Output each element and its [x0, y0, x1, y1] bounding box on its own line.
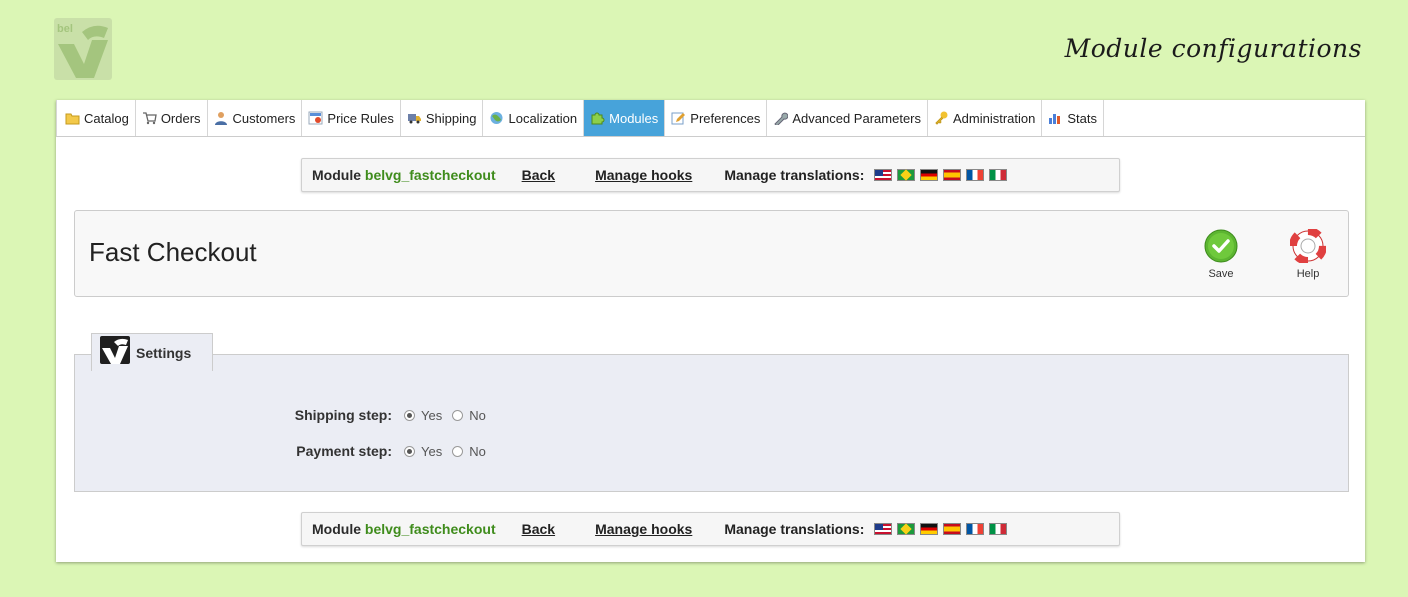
- payment-step-row: Payment step: Yes No: [271, 443, 492, 459]
- tab-label: Shipping: [425, 110, 477, 126]
- tab-label: Advanced Parameters: [792, 110, 921, 126]
- manage-hooks-link[interactable]: Manage hooks: [595, 521, 692, 537]
- truck-icon: [407, 111, 422, 125]
- payment-step-no-label[interactable]: No: [469, 444, 486, 459]
- module-label: Module belvg_fastcheckout: [312, 521, 496, 537]
- tab-label: Administration: [953, 110, 1036, 126]
- back-link[interactable]: Back: [522, 521, 555, 537]
- pencil-icon: [671, 111, 686, 125]
- flag-de-icon[interactable]: [920, 523, 939, 535]
- flag-us-icon[interactable]: [874, 523, 893, 535]
- shipping-step-yes-radio[interactable]: [404, 409, 415, 421]
- tab-modules[interactable]: Modules: [584, 100, 666, 136]
- flag-de-icon[interactable]: [920, 169, 939, 181]
- tab-localization[interactable]: Localization: [483, 100, 585, 136]
- payment-step-yes-radio[interactable]: [404, 445, 415, 457]
- settings-legend-label: Settings: [136, 344, 192, 361]
- tab-label: Catalog: [84, 110, 129, 126]
- tab-preferences[interactable]: Preferences: [665, 100, 768, 136]
- shipping-step-no-label[interactable]: No: [469, 408, 486, 423]
- help-button[interactable]: Help: [1283, 227, 1333, 280]
- price-tag-icon: [308, 111, 323, 125]
- payment-step-no-radio[interactable]: [452, 445, 464, 457]
- payment-step-yes-label[interactable]: Yes: [421, 444, 442, 459]
- tab-label: Modules: [609, 110, 659, 126]
- tab-stats[interactable]: Stats: [1042, 100, 1104, 136]
- settings-fieldset: [74, 354, 1349, 492]
- manage-translations-label: Manage translations:: [724, 521, 865, 537]
- bar-chart-icon: [1048, 111, 1063, 125]
- save-label: Save: [1208, 268, 1234, 280]
- flag-es-icon[interactable]: [943, 169, 962, 181]
- tab-shipping[interactable]: Shipping: [401, 100, 484, 136]
- key-icon: [934, 111, 949, 125]
- flag-es-icon[interactable]: [943, 523, 962, 535]
- help-label: Help: [1296, 268, 1320, 280]
- flag-it-icon[interactable]: [989, 523, 1008, 535]
- shipping-step-label: Shipping step:: [294, 407, 392, 423]
- module-prefix: Module: [312, 521, 361, 537]
- flag-us-icon[interactable]: [874, 169, 893, 181]
- module-prefix: Module: [312, 167, 361, 183]
- shipping-step-yes-label[interactable]: Yes: [421, 408, 442, 423]
- folder-icon: [65, 111, 80, 125]
- flag-br-icon[interactable]: [897, 169, 916, 181]
- checkmark-icon: [1204, 229, 1238, 266]
- tab-label: Customers: [232, 110, 296, 126]
- user-icon: [214, 111, 229, 125]
- tab-advanced-parameters[interactable]: Advanced Parameters: [767, 100, 928, 136]
- lifebuoy-icon: [1289, 227, 1327, 266]
- belvg-logo: bel: [54, 18, 112, 80]
- cart-icon: [142, 111, 157, 125]
- tab-catalog[interactable]: Catalog: [56, 100, 136, 136]
- translation-flags: [874, 523, 1008, 535]
- save-button[interactable]: Save: [1196, 229, 1246, 280]
- module-name: belvg_fastcheckout: [364, 167, 496, 183]
- page-heading: Module configurations: [1064, 34, 1362, 63]
- belvg-small-logo-icon: [100, 335, 130, 364]
- tab-orders[interactable]: Orders: [136, 100, 208, 136]
- tab-label: Stats: [1067, 110, 1097, 126]
- flag-br-icon[interactable]: [897, 523, 916, 535]
- module-title: Fast Checkout: [89, 237, 257, 267]
- tab-price-rules[interactable]: Price Rules: [302, 100, 401, 136]
- tab-label: Localization: [508, 110, 578, 126]
- puzzle-icon: [590, 111, 605, 125]
- tab-administration[interactable]: Administration: [928, 100, 1043, 136]
- manage-hooks-link[interactable]: Manage hooks: [595, 167, 692, 183]
- back-link[interactable]: Back: [522, 167, 555, 183]
- module-toolbar-bottom: Module belvg_fastcheckout Back Manage ho…: [301, 512, 1120, 546]
- shipping-step-row: Shipping step: Yes No: [271, 407, 492, 423]
- manage-translations-label: Manage translations:: [724, 167, 865, 183]
- tab-customers[interactable]: Customers: [208, 100, 303, 136]
- translation-flags: [874, 169, 1008, 181]
- globe-icon: [489, 111, 504, 125]
- flag-fr-icon[interactable]: [966, 169, 985, 181]
- flag-it-icon[interactable]: [989, 169, 1008, 181]
- tab-label: Preferences: [690, 110, 761, 126]
- wrench-icon: [773, 111, 789, 127]
- settings-legend: Settings: [91, 333, 213, 371]
- main-nav-tabs: Catalog Orders Customers Price Rules Shi…: [56, 100, 1365, 137]
- main-panel: Catalog Orders Customers Price Rules Shi…: [56, 100, 1365, 562]
- svg-text:bel: bel: [57, 23, 73, 35]
- shipping-step-no-radio[interactable]: [452, 409, 464, 421]
- tab-label: Orders: [160, 110, 201, 126]
- module-name: belvg_fastcheckout: [364, 521, 496, 537]
- payment-step-label: Payment step:: [296, 443, 392, 459]
- module-toolbar-top: Module belvg_fastcheckout Back Manage ho…: [301, 158, 1120, 192]
- flag-fr-icon[interactable]: [966, 523, 985, 535]
- tab-label: Price Rules: [327, 110, 394, 126]
- module-label: Module belvg_fastcheckout: [312, 167, 496, 183]
- module-title-box: Fast Checkout Save Help: [74, 210, 1349, 297]
